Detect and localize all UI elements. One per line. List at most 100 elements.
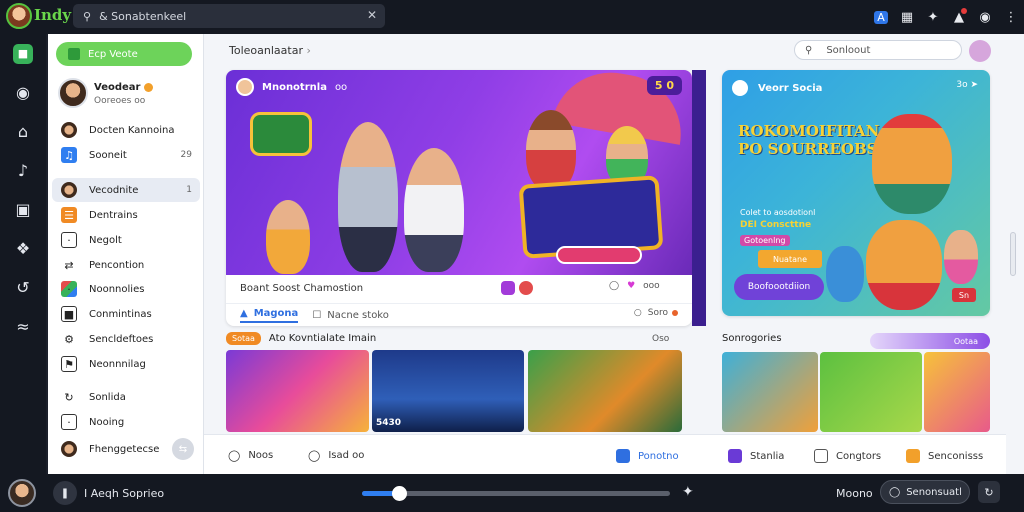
sidebar-item-0[interactable]: Docten Kannoina [52, 118, 200, 142]
player-button[interactable]: ◯ Senonsuatl [880, 480, 970, 504]
bell-icon[interactable]: ▲ [946, 0, 972, 34]
main-scrollbar[interactable] [1010, 232, 1016, 276]
bottom-action-strip: ◯ Noos ◯ Isad oo Ponotno Stanlia Congtor… [204, 434, 1006, 474]
flag-icon: ⚑ [61, 356, 77, 372]
bottom-action-2[interactable]: Ponotno [616, 449, 679, 463]
bottom-action-1[interactable]: ◯ Isad oo [308, 449, 364, 462]
progress-bar[interactable] [362, 486, 670, 501]
share-icon[interactable]: ✦ [682, 484, 694, 500]
bottom-action-0[interactable]: ◯ Noos [228, 449, 273, 462]
section-pill[interactable]: Ootaa [870, 333, 990, 349]
pause-icon[interactable]: ❚ [53, 481, 77, 505]
main-search-input[interactable]: Sonloout [826, 45, 870, 56]
side-promo-card[interactable]: Veorr Socia 3o ➤ ROKOMOIFITAN PO SOURREO… [722, 70, 990, 316]
side-card-mini-badge[interactable]: Sn [952, 288, 976, 302]
route-icon: ↻ [64, 390, 74, 404]
sidebar-item-12[interactable]: Fhenggetecse ⇆ [52, 437, 200, 461]
sidebar-item-1[interactable]: ♫ Sooneit 29 [52, 143, 200, 167]
category-thumbnail[interactable] [722, 352, 818, 432]
thumb-up-icon: ▲ [240, 307, 248, 319]
refresh-icon[interactable]: ⇆ [172, 438, 194, 460]
wifi-icon[interactable]: ≈ [0, 307, 46, 346]
category-thumbnail[interactable] [820, 352, 922, 432]
calendar-icon: · [61, 232, 77, 248]
sidebar-item-4[interactable]: · Negolt [52, 228, 200, 252]
music-notification-icon[interactable]: ♪ [0, 151, 46, 190]
tab-active[interactable]: ▲ Magona [240, 307, 299, 323]
mascot-character [944, 230, 978, 284]
hero-tab-right[interactable]: ○ Soro [634, 308, 678, 318]
top-search-box[interactable]: ⚲ & Sonabtenkeel ✕ [73, 4, 385, 28]
sidebar-item-label: Neonnnilag [89, 358, 146, 370]
sidebar-item-label: Nooing [89, 416, 125, 428]
main-search-box[interactable]: ⚲ Sonloout [794, 40, 962, 60]
progress-knob[interactable] [391, 486, 407, 501]
create-button[interactable]: Ecp Veote [56, 42, 192, 66]
bottom-action-3[interactable]: Stanlia [728, 449, 784, 463]
side-card-headline: ROKOMOIFITAN PO SOURREOBS [738, 122, 880, 158]
avatar[interactable] [8, 479, 36, 507]
hero-card[interactable]: Mnonotrnla oo 5 0 Boant Soost Chamostion… [226, 70, 692, 326]
reaction-icon [501, 281, 515, 295]
bottom-action-4[interactable]: Congtors [814, 449, 881, 463]
row-header-right[interactable]: Oso [652, 334, 669, 344]
sidebar-item-count: 29 [180, 150, 192, 160]
video-thumbnail[interactable]: 5430 [372, 350, 524, 432]
sidebar-item-2[interactable]: Vecodnite 1 [52, 178, 200, 202]
sparkle-icon[interactable]: ✦ [920, 0, 946, 34]
hero-channel-meta: oo [334, 81, 348, 93]
mascot-character [872, 114, 952, 214]
tab-other[interactable]: ☐ Nacne stoko [312, 310, 389, 321]
translate-icon[interactable]: A [868, 0, 894, 34]
sidebar-item-10[interactable]: ↻ Sonlida [52, 385, 200, 409]
search-icon: ⚲ [83, 9, 92, 23]
repeat-icon[interactable]: ↻ [978, 481, 1000, 503]
sidebar-item-label: Negolt [89, 234, 122, 246]
avatar-icon [61, 441, 77, 457]
plus-icon [68, 48, 80, 60]
hero-reactions[interactable] [501, 281, 533, 295]
top-search-input[interactable]: & Sonabtenkeel [99, 10, 186, 23]
sidebar-item-7[interactable]: ■ Conmintinas [52, 302, 200, 326]
puzzle-icon[interactable]: ❖ [0, 229, 46, 268]
section-heading: Sonrogories [722, 333, 782, 344]
side-card-line1: Colet to aosdotionl [740, 208, 816, 217]
home-icon[interactable]: ■ [0, 34, 46, 73]
record-icon[interactable]: ◉ [972, 0, 998, 34]
side-card-cta[interactable]: Boofoootdiion [734, 274, 824, 300]
top-bar: Indy ⚲ & Sonabtenkeel ✕ A ▦ ✦ ▲ ◉ ⋮ [0, 0, 1024, 34]
sidebar-profile[interactable]: Veodear Ooreoes oo [58, 78, 198, 110]
sidebar-item-6[interactable]: · Noonnolies [52, 277, 200, 301]
grid-icon[interactable]: ▦ [894, 0, 920, 34]
row-heading: Ato Kovntialate Imain [268, 333, 377, 344]
hero-channel[interactable]: Mnonotrnla oo [236, 78, 347, 96]
sidebar-item-8[interactable]: ⚙ Sencldeftoes [52, 327, 200, 351]
side-card-chip[interactable]: Nuatane [758, 250, 822, 268]
sidebar-item-3[interactable]: ☰ Dentrains [52, 203, 200, 227]
row-header: Sotaa Ato Kovntialate Imain [226, 332, 376, 345]
book-icon[interactable]: ▣ [0, 190, 46, 229]
hero-artwork[interactable]: Mnonotrnla oo 5 0 [226, 70, 692, 275]
category-thumbnail[interactable] [924, 352, 990, 432]
video-thumbnail[interactable] [528, 350, 682, 432]
house-icon[interactable]: ⌂ [0, 112, 46, 151]
avatar[interactable] [969, 40, 991, 62]
sidebar-item-9[interactable]: ⚑ Neonnnilag [52, 352, 200, 376]
profile-name: Veodear [94, 82, 141, 93]
more-vert-icon[interactable]: ⋮ [998, 0, 1024, 34]
sidebar-item-label: Sencldeftoes [89, 333, 154, 345]
close-icon[interactable]: ✕ [367, 8, 377, 22]
hero-likes[interactable]: ◯ ♥ ooo [609, 281, 660, 291]
compass-icon[interactable]: ◉ [0, 73, 46, 112]
app-logo-avatar[interactable] [6, 3, 32, 29]
heart-icon: ♥ [627, 281, 636, 291]
sidebar-item-11[interactable]: · Nooing [52, 410, 200, 434]
history-icon[interactable]: ↺ [0, 268, 46, 307]
video-thumbnail[interactable] [226, 350, 369, 432]
avatar-icon [61, 122, 77, 138]
bottom-action-5[interactable]: Senconisss [906, 449, 983, 463]
sidebar-item-5[interactable]: ⇄ Pencontion [52, 253, 200, 277]
notification-dot [672, 310, 678, 316]
circle-icon: ○ [633, 308, 642, 318]
hero-like-count: ooo [643, 281, 660, 291]
